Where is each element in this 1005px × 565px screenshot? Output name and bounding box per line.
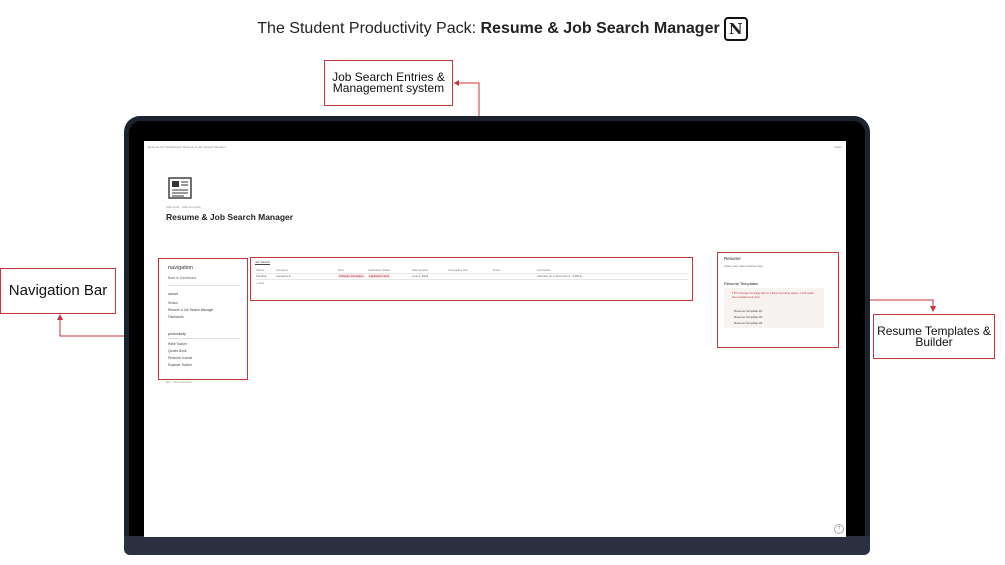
resume-subtext: Insert your main resume here [724, 264, 764, 268]
column-header[interactable]: Application Status [368, 268, 390, 272]
resume-tip-callout: TIP!! Change the Page title to a Book by… [724, 288, 824, 328]
notion-logo-icon: N [723, 17, 748, 41]
job-search-callout-line1: Job Search Entries & [332, 70, 445, 84]
help-button[interactable]: ? [834, 524, 844, 534]
nav-item-personal-journal[interactable]: Personal Journal [168, 356, 192, 360]
resume-heading: Resume [724, 256, 741, 261]
nav-item-quotes-book[interactable]: Quotes Book [168, 349, 186, 353]
table-cell: Company A [276, 274, 291, 278]
heading-prefix: The Student Productivity Pack: [257, 20, 481, 38]
nav-item-flashcards[interactable]: Flashcards [168, 315, 184, 319]
nav-item-expense-tracker[interactable]: Expense Tracker [168, 363, 192, 367]
nav-divider [168, 285, 240, 286]
nav-section-productivity: productivity [168, 332, 186, 336]
heading-emphasis: Resume & Job Search Manager [480, 20, 720, 38]
back-to-dashboard-link[interactable]: Back to Dashboard [168, 276, 196, 280]
column-header[interactable]: Notes [493, 268, 500, 272]
nav-item-school[interactable]: School [168, 301, 178, 305]
job-search-callout: Job Search Entries & Management system [324, 60, 453, 106]
newspaper-icon [168, 177, 192, 199]
nav-section-school: school [168, 292, 179, 296]
share-button[interactable]: Share [834, 145, 842, 149]
table-cell: Application Sent [368, 274, 391, 278]
page-title: Resume & Job Search Manager [166, 212, 294, 222]
new-row-button[interactable]: + New [256, 281, 264, 285]
page-meta[interactable]: Add cover · Add comment [166, 205, 201, 209]
resume-template-3[interactable]: Resume Template #3 [734, 321, 762, 325]
resume-callout-line1: Resume Templates & [877, 324, 991, 338]
nav-item-resume-manager[interactable]: Resume & Job Search Manager [168, 308, 213, 312]
resume-tip: TIP!! Change the Page title to a Book by… [732, 291, 814, 299]
resume-template-1[interactable]: Resume Template #1 [734, 309, 762, 313]
resume-callout-line2: Builder [915, 335, 953, 349]
nav-item-habit-tracker[interactable]: Habit Tracker [168, 342, 187, 346]
table-cell: Pending [256, 274, 267, 278]
navigation-panel: navigation Back to Dashboard school Scho… [158, 258, 248, 380]
table-cell: June 1, 2023 [412, 274, 429, 278]
nav-divider [168, 338, 240, 339]
breadcrumb[interactable]: Resume Kit / Dashboard / Resume & Job Se… [148, 145, 226, 149]
table-cell: Software Developer [338, 274, 365, 278]
resume-callout: Resume Templates & Builder [873, 314, 995, 359]
laptop-screen: Resume Kit / Dashboard / Resume & Job Se… [144, 141, 846, 537]
column-header[interactable]: Comments [537, 268, 551, 272]
resume-panel: Resume Insert your main resume here Resu… [717, 252, 839, 348]
laptop-base [124, 536, 870, 555]
table-cell: Interview on 2 June from 2 - 4 PM in... [537, 274, 585, 278]
navigation-callout: Navigation Bar [0, 268, 116, 314]
column-header[interactable]: Role [338, 268, 344, 272]
job-search-callout-line2: Management system [332, 81, 445, 95]
column-header[interactable]: Date Applied [412, 268, 428, 272]
table-row[interactable]: Pending Company A Software Developer App… [255, 273, 688, 280]
resume-template-2[interactable]: Resume Template #2 [734, 315, 762, 319]
resume-templates-heading: Resume Templates [724, 281, 759, 286]
column-header[interactable]: Status [256, 268, 264, 272]
db-tab-job-search[interactable]: Job Search [255, 260, 271, 265]
page-heading: The Student Productivity Pack: Resume & … [0, 17, 1005, 41]
footer-note: jam · 19 comments [166, 380, 192, 384]
nav-heading: navigation [168, 265, 194, 271]
column-header[interactable]: Company [276, 268, 288, 272]
job-search-database: Job Search Status Company Role Applicati… [250, 257, 693, 301]
column-header[interactable]: Job posting link [448, 268, 467, 272]
